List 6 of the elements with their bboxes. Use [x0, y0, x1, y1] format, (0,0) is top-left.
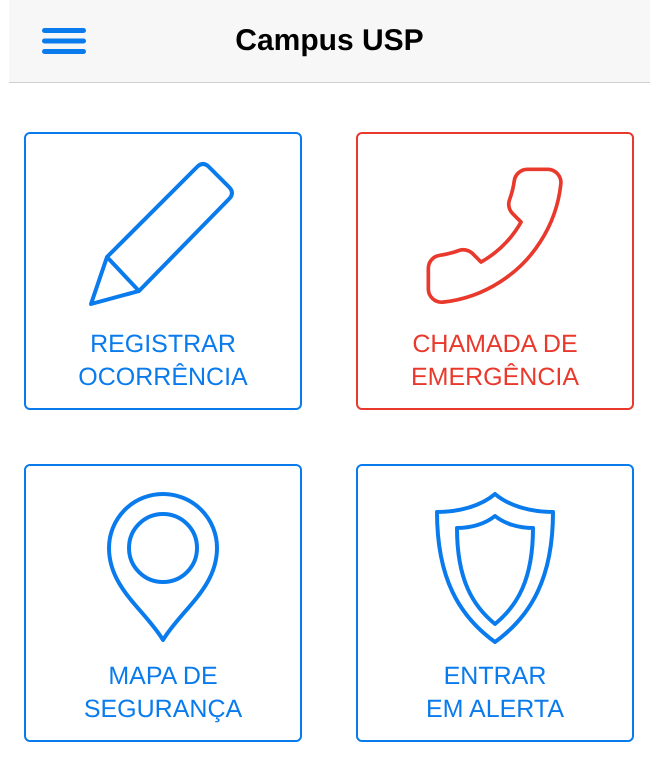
menu-tile[interactable]: CHAMADA DE EMERGÊNCIA [356, 132, 634, 410]
menu-tile[interactable]: REGISTRAR OCORRÊNCIA [24, 132, 302, 410]
menu-tile[interactable]: MAPA DE SEGURANÇA [24, 464, 302, 742]
app-title: Campus USP [235, 24, 424, 58]
menu-icon[interactable] [42, 28, 86, 54]
menu-tile[interactable]: ENTRAR EM ALERTA [356, 464, 634, 742]
